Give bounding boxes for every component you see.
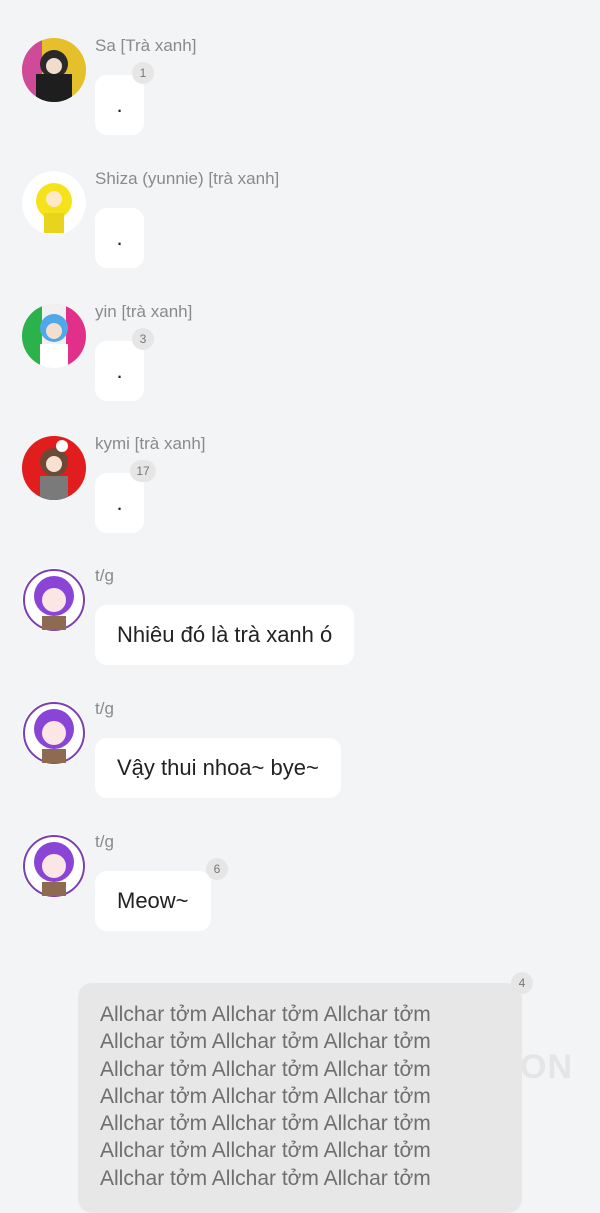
message-bubble[interactable]: . (95, 208, 144, 268)
watermark: ON (520, 1048, 573, 1086)
avatar[interactable] (22, 568, 86, 632)
sender-name: t/g (95, 566, 114, 585)
avatar-image (22, 38, 86, 102)
avatar[interactable] (22, 834, 86, 898)
message-bubble[interactable]: Meow~ (95, 871, 211, 931)
message-bubble[interactable]: . (95, 473, 144, 533)
notice-line: Allchar tởm Allchar tởm Allchar tởm (100, 1166, 431, 1190)
sender-name: kymi [trà xanh] (95, 434, 206, 453)
notice-line: Allchar tởm Allchar tởm Allchar tởm (100, 1057, 431, 1081)
sender-name: t/g (95, 699, 114, 718)
notice-line: Allchar tởm Allchar tởm Allchar tởm (100, 1030, 431, 1054)
reaction-count-badge[interactable]: 1 (132, 62, 154, 84)
avatar-image (22, 436, 86, 500)
avatar-image (22, 701, 86, 765)
notice-line: Allchar tởm Allchar tởm Allchar tởm (100, 1139, 431, 1163)
sender-name: t/g (95, 832, 114, 851)
notice-line: Allchar tởm Allchar tởm Allchar tởm (100, 1003, 431, 1026)
message-bubble[interactable]: Nhiêu đó là trà xanh ó (95, 605, 355, 665)
avatar-image (22, 304, 86, 368)
avatar-image (22, 568, 86, 632)
message-bubble[interactable]: . (95, 341, 144, 401)
notice-bubble[interactable]: Allchar tởm Allchar tởm Allchar tởm Allc… (78, 983, 522, 1213)
reaction-count-badge[interactable]: 17 (130, 460, 156, 482)
avatar-image (22, 834, 86, 898)
sender-name: Shiza (yunnie) [trà xanh] (95, 169, 280, 188)
avatar-image (22, 171, 86, 235)
reaction-count-badge[interactable]: 3 (132, 328, 154, 350)
avatar[interactable] (22, 38, 86, 102)
avatar[interactable] (22, 171, 86, 235)
notice-line: Allchar tởm Allchar tởm Allchar tởm (100, 1084, 431, 1108)
reaction-count-badge[interactable]: 6 (206, 858, 228, 880)
reaction-count-badge[interactable]: 4 (511, 972, 533, 994)
message-bubble[interactable]: . (95, 75, 144, 135)
avatar[interactable] (22, 436, 86, 500)
avatar[interactable] (22, 304, 86, 368)
avatar[interactable] (22, 701, 86, 765)
sender-name: yin [trà xanh] (95, 302, 193, 321)
notice-line: Allchar tởm Allchar tởm Allchar tởm (100, 1112, 431, 1136)
notice-text: Allchar tởm Allchar tởm Allchar tởm Allc… (100, 1001, 500, 1192)
sender-name: Sa [Trà xanh] (95, 36, 197, 55)
message-bubble[interactable]: Vậy thui nhoa~ bye~ (95, 738, 341, 798)
